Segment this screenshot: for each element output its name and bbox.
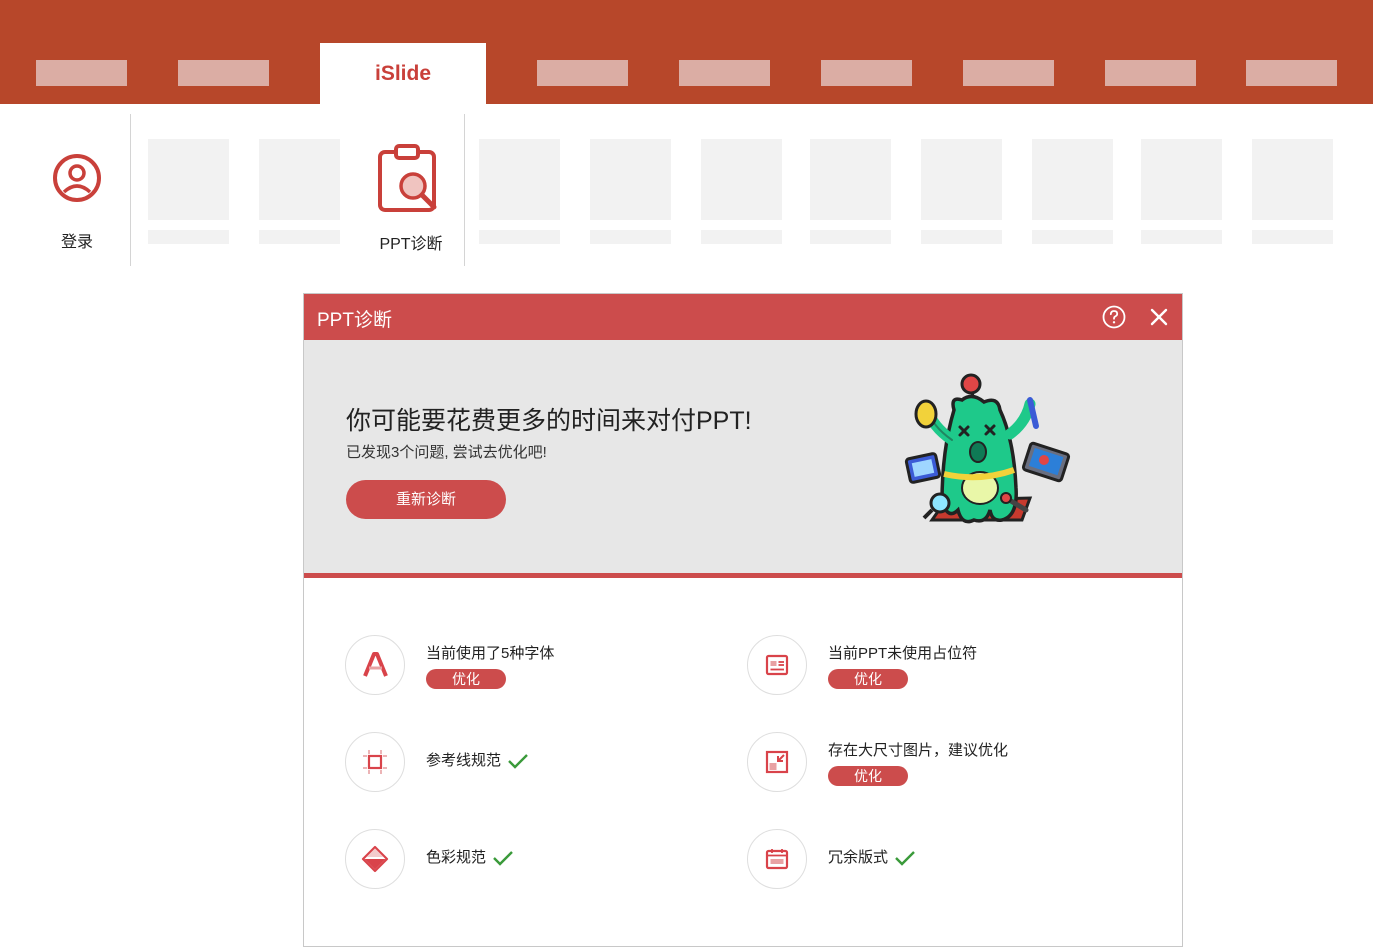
tool-placeholder[interactable]: [810, 139, 891, 220]
tab-placeholder[interactable]: [1246, 60, 1337, 86]
item-text: 当前使用了5种字体: [426, 645, 555, 662]
check-icon: [895, 851, 915, 866]
tool-label-placeholder: [1252, 230, 1333, 244]
tab-placeholder[interactable]: [36, 60, 127, 86]
optimize-button[interactable]: 优化: [426, 669, 506, 689]
tab-placeholder[interactable]: [178, 60, 269, 86]
item-icon-circle: [345, 732, 405, 792]
diagnose-summary-panel: 你可能要花费更多的时间来对付PPT! 已发现3个问题, 尝试去优化吧! 重新诊断: [304, 340, 1182, 578]
ppt-diagnose-label: PPT诊断: [379, 236, 443, 253]
tool-placeholder[interactable]: [148, 139, 229, 220]
color-icon: [361, 845, 389, 873]
ppt-diagnose-button[interactable]: PPT诊断: [366, 142, 456, 257]
user-icon: [53, 154, 101, 202]
tool-placeholder[interactable]: [590, 139, 671, 220]
tool-placeholder[interactable]: [1252, 139, 1333, 220]
item-text: 存在大尺寸图片，建议优化: [828, 742, 1009, 759]
tool-label-placeholder: [1032, 230, 1113, 244]
dialog-titlebar: PPT诊断: [304, 294, 1182, 340]
tool-label-placeholder: [810, 230, 891, 244]
tab-placeholder[interactable]: [963, 60, 1054, 86]
check-icon: [493, 851, 513, 866]
ribbon-tab-bar: iSlide: [0, 0, 1373, 104]
ribbon-separator: [130, 114, 131, 266]
item-text-row: 色彩规范: [426, 846, 514, 867]
tool-placeholder[interactable]: [701, 139, 782, 220]
login-label: 登录: [60, 234, 93, 251]
item-text-row: 参考线规范: [426, 749, 529, 770]
tool-label-placeholder: [148, 230, 229, 244]
item-text: 参考线规范: [426, 752, 502, 769]
optimize-button[interactable]: 优化: [828, 669, 908, 689]
tab-placeholder[interactable]: [821, 60, 912, 86]
tab-islide[interactable]: iSlide: [320, 43, 486, 104]
item-icon-circle: [747, 635, 807, 695]
help-button[interactable]: [1102, 305, 1126, 329]
item-icon-circle: [345, 635, 405, 695]
font-icon: [363, 652, 388, 677]
rediagnose-button[interactable]: 重新诊断: [346, 480, 506, 519]
placeholder-icon: [765, 654, 789, 676]
item-icon-circle: [747, 829, 807, 889]
image-size-icon: [765, 750, 789, 774]
item-text: 当前PPT未使用占位符: [828, 645, 978, 662]
check-icon: [508, 754, 528, 769]
tool-placeholder[interactable]: [921, 139, 1002, 220]
tab-placeholder[interactable]: [679, 60, 770, 86]
tool-placeholder[interactable]: [1141, 139, 1222, 220]
item-icon-circle: [747, 732, 807, 792]
tool-label-placeholder: [1141, 230, 1222, 244]
login-button[interactable]: 登录: [40, 150, 114, 260]
guide-icon: [363, 750, 387, 774]
mascot-illustration: [904, 373, 1071, 524]
tool-placeholder[interactable]: [1032, 139, 1113, 220]
clipboard-search-icon: [378, 144, 437, 212]
tab-placeholder[interactable]: [537, 60, 628, 86]
tool-label-placeholder: [701, 230, 782, 244]
item-text: 色彩规范: [426, 849, 487, 866]
tool-placeholder[interactable]: [259, 139, 340, 220]
item-icon-circle: [345, 829, 405, 889]
ppt-diagnose-dialog: PPT诊断 你可能要花费更多的时间来对付PPT! 已发现3个问题, 尝试去优化吧…: [303, 293, 1183, 947]
item-text: 冗余版式: [828, 849, 889, 866]
item-text-row: 冗余版式: [828, 846, 916, 867]
dialog-title: PPT诊断: [317, 310, 392, 331]
close-icon: [1150, 308, 1168, 326]
tool-label-placeholder: [479, 230, 560, 244]
tab-placeholder[interactable]: [1105, 60, 1196, 86]
close-button[interactable]: [1147, 305, 1171, 329]
optimize-button[interactable]: 优化: [828, 766, 908, 786]
ribbon-separator: [464, 114, 465, 266]
diagnose-headline: 你可能要花费更多的时间来对付PPT!: [346, 407, 752, 435]
diagnose-subtitle: 已发现3个问题, 尝试去优化吧!: [346, 444, 547, 461]
tool-label-placeholder: [259, 230, 340, 244]
tool-placeholder[interactable]: [479, 139, 560, 220]
help-icon: [1102, 305, 1126, 329]
tool-label-placeholder: [590, 230, 671, 244]
layout-icon: [765, 849, 789, 870]
tool-label-placeholder: [921, 230, 1002, 244]
